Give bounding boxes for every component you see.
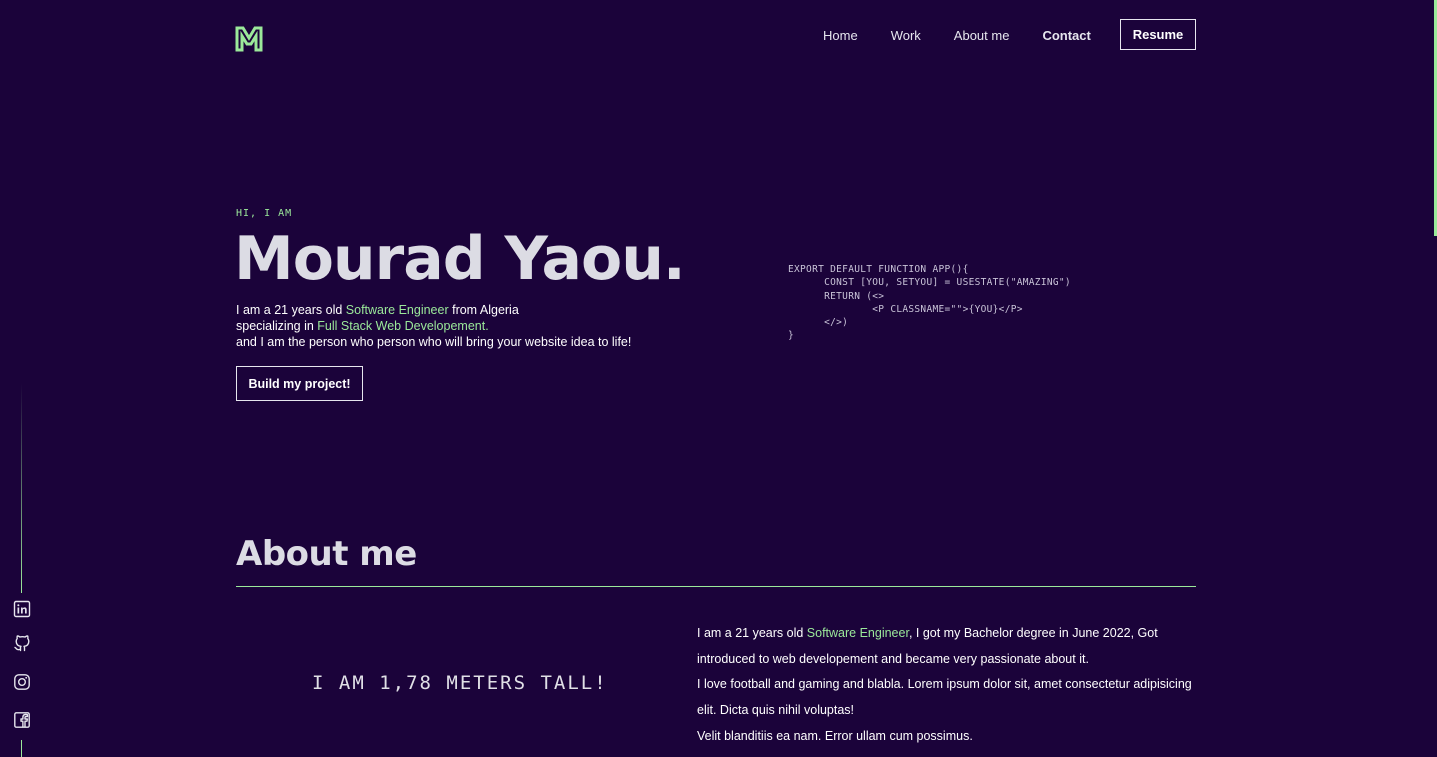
facebook-icon[interactable]	[13, 711, 31, 729]
code-line: }	[788, 330, 795, 342]
nav-link-work[interactable]: Work	[891, 28, 921, 43]
github-icon[interactable]	[13, 634, 31, 652]
code-line: EXPORT DEFAULT FUNCTION APP(){	[788, 264, 969, 275]
resume-button[interactable]: Resume	[1120, 19, 1196, 50]
about-text-highlight: Software Engineer	[806, 626, 909, 640]
code-line: CONST [YOU, SETYOU] = USESTATE("AMAZING"…	[788, 277, 1071, 289]
code-line: <P CLASSNAME="">{YOU}</P>	[788, 303, 1023, 315]
hero-greeting: HI, I AM	[236, 208, 293, 219]
nav-link-contact[interactable]: Contact	[1042, 28, 1090, 43]
page-scrollbar[interactable]	[1433, 0, 1437, 757]
instagram-icon[interactable]	[13, 673, 31, 691]
main-nav: Home Work About me Contact	[823, 28, 1124, 43]
linkedin-icon[interactable]	[13, 600, 31, 618]
hero-desc-text: .	[485, 319, 489, 333]
about-fact: I AM 1,78 METERS TALL!	[312, 672, 608, 694]
nav-link-home[interactable]: Home	[823, 28, 858, 43]
hero-description: I am a 21 years old Software Engineer fr…	[236, 302, 706, 350]
code-line: RETURN (<>	[788, 290, 885, 302]
hero-name: Mourad Yaou.	[234, 224, 686, 294]
code-line: </>)	[788, 317, 849, 329]
about-section-title: About me	[236, 534, 417, 574]
social-bar-line-bottom	[21, 740, 22, 757]
about-divider	[236, 586, 1196, 587]
about-paragraph: Velit blanditiis ea nam. Error ullam cum…	[697, 728, 973, 743]
code-snippet: EXPORT DEFAULT FUNCTION APP(){ CONST [YO…	[788, 263, 1071, 343]
hero-desc-text: from Algeria	[448, 303, 519, 317]
hero-desc-text: specializing in	[236, 319, 318, 333]
about-paragraph: I am a 21 years old Software Engineer, I…	[697, 621, 1197, 672]
hero-desc-highlight: Full Stack Web Developement	[317, 319, 486, 333]
portfolio-page: Home Work About me Contact Resume HI, I …	[0, 0, 1437, 757]
about-text: I am a 21 years old Software Engineer, I…	[697, 621, 1197, 750]
social-bar-line	[21, 383, 22, 593]
hero-desc-highlight: Software Engineer	[345, 303, 449, 317]
about-paragraph: I love football and gaming and blabla. L…	[697, 677, 1192, 718]
hero-desc-text: and I am the person who person who will …	[236, 335, 632, 349]
nav-link-about[interactable]: About me	[954, 28, 1010, 43]
hero-desc-text: I am a 21 years old	[236, 303, 346, 317]
about-text-span: I am a 21 years old	[697, 626, 807, 640]
logo-icon[interactable]	[235, 24, 263, 52]
build-project-button[interactable]: Build my project!	[236, 366, 363, 401]
